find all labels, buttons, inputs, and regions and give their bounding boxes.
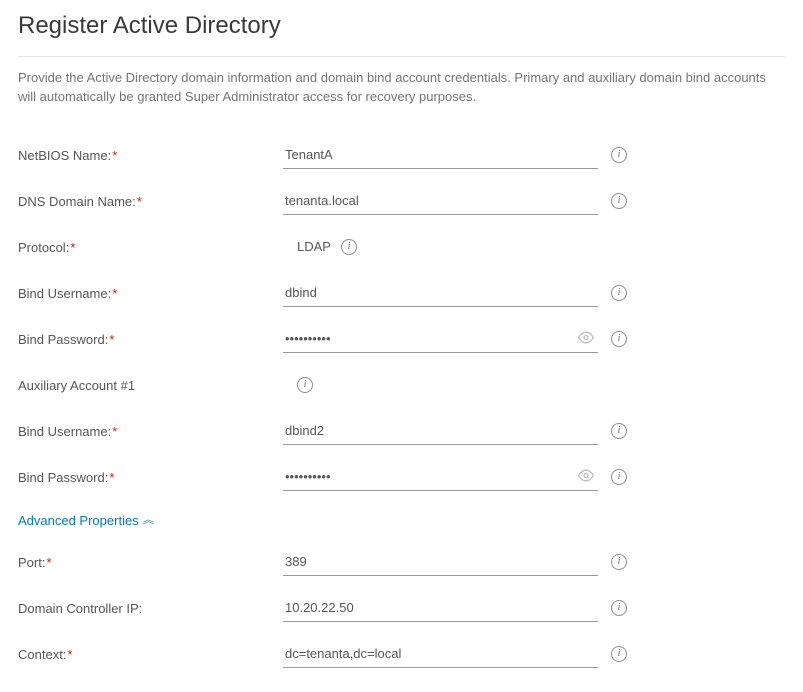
info-wrap: i bbox=[598, 469, 628, 485]
required-asterisk: * bbox=[70, 240, 75, 255]
context-input[interactable] bbox=[283, 640, 598, 668]
label-bind-username-2: Bind Username:* bbox=[18, 422, 283, 439]
required-asterisk: * bbox=[137, 194, 142, 209]
row-dns-domain-name: DNS Domain Name:* i bbox=[18, 181, 785, 221]
info-icon[interactable]: i bbox=[611, 646, 627, 662]
label-dns-domain-name: DNS Domain Name:* bbox=[18, 192, 283, 209]
row-bind-username-2: Bind Username:* i bbox=[18, 411, 785, 451]
dns-domain-name-input[interactable] bbox=[283, 187, 598, 215]
value-wrap: LDAP i bbox=[283, 233, 598, 261]
label-bind-username-2-text: Bind Username: bbox=[18, 424, 111, 439]
info-wrap: i bbox=[598, 331, 628, 347]
info-wrap: i bbox=[598, 147, 628, 163]
label-bind-username: Bind Username:* bbox=[18, 284, 283, 301]
input-wrap bbox=[283, 279, 598, 307]
page-title: Register Active Directory bbox=[18, 12, 785, 40]
label-port: Port:* bbox=[18, 553, 283, 570]
bind-password-input[interactable] bbox=[283, 325, 598, 353]
row-context: Context:* i bbox=[18, 634, 785, 674]
row-netbios-name: NetBIOS Name:* i bbox=[18, 135, 785, 175]
required-asterisk: * bbox=[112, 148, 117, 163]
port-input[interactable] bbox=[283, 548, 598, 576]
label-netbios-name-text: NetBIOS Name: bbox=[18, 148, 111, 163]
label-bind-password-2-text: Bind Password: bbox=[18, 470, 108, 485]
label-protocol-text: Protocol: bbox=[18, 240, 69, 255]
info-icon[interactable]: i bbox=[297, 377, 313, 393]
row-bind-password-2: Bind Password:* i bbox=[18, 457, 785, 497]
label-domain-controller-ip: Domain Controller IP: bbox=[18, 599, 283, 616]
label-bind-password-2: Bind Password:* bbox=[18, 468, 283, 485]
label-protocol: Protocol:* bbox=[18, 238, 283, 255]
advanced-properties-toggle[interactable]: Advanced Properties ︽ bbox=[18, 513, 154, 528]
info-wrap: i bbox=[598, 423, 628, 439]
netbios-name-input[interactable] bbox=[283, 141, 598, 169]
protocol-value-text: LDAP bbox=[297, 239, 331, 254]
label-context-text: Context: bbox=[18, 647, 66, 662]
advanced-properties-label: Advanced Properties bbox=[18, 513, 139, 528]
input-wrap bbox=[283, 187, 598, 215]
info-icon[interactable]: i bbox=[611, 423, 627, 439]
info-icon[interactable]: i bbox=[611, 147, 627, 163]
required-asterisk: * bbox=[112, 424, 117, 439]
label-netbios-name: NetBIOS Name:* bbox=[18, 146, 283, 163]
label-bind-password-text: Bind Password: bbox=[18, 332, 108, 347]
info-wrap: i bbox=[598, 646, 628, 662]
protocol-value: LDAP i bbox=[283, 233, 359, 261]
bind-password-2-input[interactable] bbox=[283, 463, 598, 491]
required-asterisk: * bbox=[67, 647, 72, 662]
input-wrap bbox=[283, 640, 598, 668]
bind-username-2-input[interactable] bbox=[283, 417, 598, 445]
info-icon[interactable]: i bbox=[611, 600, 627, 616]
label-context: Context:* bbox=[18, 645, 283, 662]
eye-icon[interactable] bbox=[578, 467, 594, 486]
input-wrap bbox=[283, 325, 598, 353]
info-wrap: i bbox=[598, 600, 628, 616]
info-icon[interactable]: i bbox=[611, 193, 627, 209]
row-auxiliary-account-1: Auxiliary Account #1 i bbox=[18, 365, 785, 405]
input-wrap bbox=[283, 141, 598, 169]
label-dns-domain-name-text: DNS Domain Name: bbox=[18, 194, 136, 209]
label-auxiliary-account-1: Auxiliary Account #1 bbox=[18, 376, 283, 393]
info-icon[interactable]: i bbox=[611, 331, 627, 347]
eye-icon[interactable] bbox=[578, 329, 594, 348]
input-wrap bbox=[283, 463, 598, 491]
info-wrap: i bbox=[598, 554, 628, 570]
row-protocol: Protocol:* LDAP i bbox=[18, 227, 785, 267]
value-wrap: i bbox=[283, 377, 598, 393]
info-icon[interactable]: i bbox=[611, 469, 627, 485]
input-wrap bbox=[283, 594, 598, 622]
required-asterisk: * bbox=[112, 286, 117, 301]
info-icon[interactable]: i bbox=[611, 554, 627, 570]
required-asterisk: * bbox=[46, 555, 51, 570]
row-bind-username: Bind Username:* i bbox=[18, 273, 785, 313]
label-port-text: Port: bbox=[18, 555, 45, 570]
row-domain-controller-ip: Domain Controller IP: i bbox=[18, 588, 785, 628]
info-icon[interactable]: i bbox=[341, 239, 357, 255]
caret-up-icon: ︽ bbox=[143, 515, 154, 526]
label-domain-controller-ip-text: Domain Controller IP: bbox=[18, 601, 142, 616]
info-icon[interactable]: i bbox=[611, 285, 627, 301]
domain-controller-ip-input[interactable] bbox=[283, 594, 598, 622]
label-bind-username-text: Bind Username: bbox=[18, 286, 111, 301]
label-auxiliary-account-1-text: Auxiliary Account #1 bbox=[18, 378, 135, 393]
row-port: Port:* i bbox=[18, 542, 785, 582]
input-wrap bbox=[283, 417, 598, 445]
row-bind-password: Bind Password:* i bbox=[18, 319, 785, 359]
page-description: Provide the Active Directory domain info… bbox=[18, 69, 785, 107]
bind-username-input[interactable] bbox=[283, 279, 598, 307]
label-bind-password: Bind Password:* bbox=[18, 330, 283, 347]
info-wrap: i bbox=[598, 193, 628, 209]
title-divider bbox=[18, 56, 785, 57]
info-wrap: i bbox=[598, 285, 628, 301]
input-wrap bbox=[283, 548, 598, 576]
required-asterisk: * bbox=[109, 332, 114, 347]
required-asterisk: * bbox=[109, 470, 114, 485]
